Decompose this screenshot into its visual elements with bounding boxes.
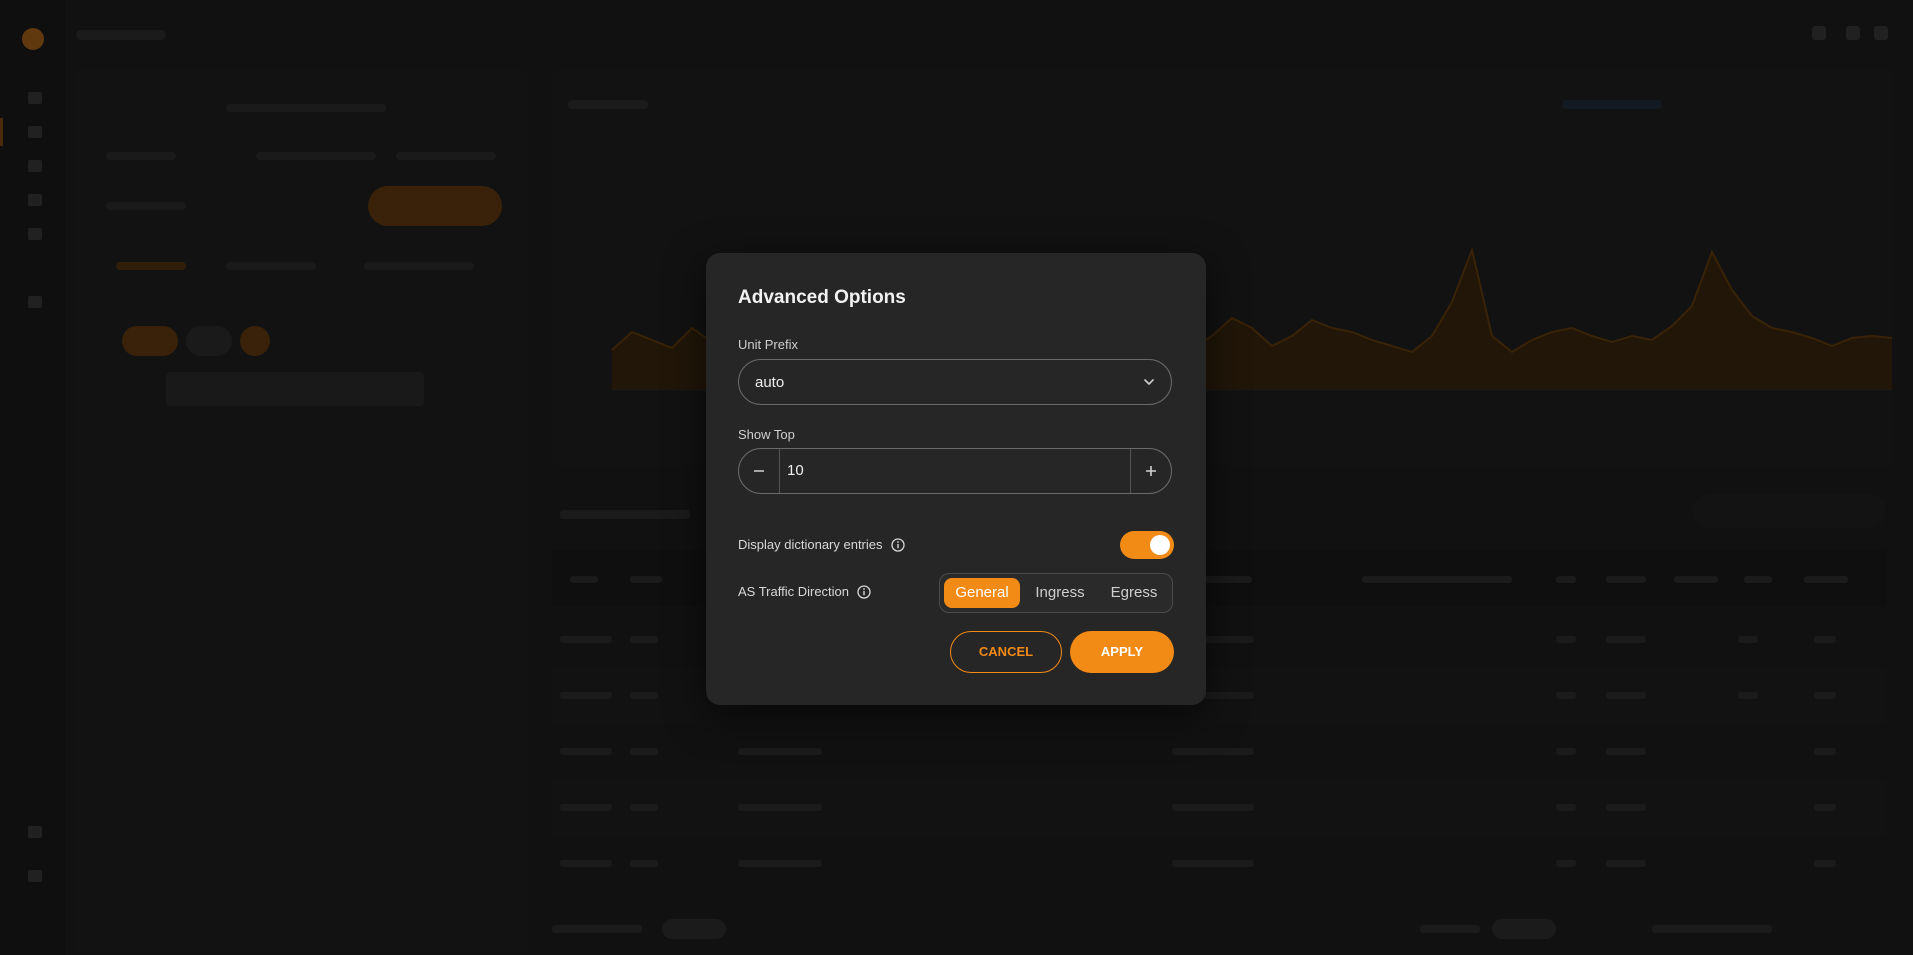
display-dictionary-toggle[interactable] (1120, 531, 1174, 559)
as-traffic-direction-segmented-control: General Ingress Egress (939, 573, 1173, 613)
minus-icon (754, 470, 764, 472)
dialog-title: Advanced Options (738, 287, 906, 308)
segment-general[interactable]: General (944, 578, 1020, 608)
unit-prefix-label: Unit Prefix (738, 337, 798, 352)
apply-button[interactable]: APPLY (1070, 631, 1174, 673)
info-icon[interactable] (857, 584, 871, 599)
increment-button[interactable] (1130, 449, 1171, 493)
display-dictionary-label: Display dictionary entries (738, 537, 883, 552)
unit-prefix-select[interactable]: auto (738, 359, 1172, 405)
segment-egress[interactable]: Egress (1100, 578, 1168, 608)
cancel-button[interactable]: CANCEL (950, 631, 1062, 673)
toggle-knob (1150, 535, 1170, 555)
info-icon[interactable] (890, 537, 905, 552)
display-dictionary-row: Display dictionary entries (738, 537, 905, 552)
unit-prefix-value: auto (755, 374, 785, 391)
plus-icon (1146, 466, 1156, 476)
show-top-input[interactable]: 10 (787, 462, 804, 479)
chevron-down-icon (1144, 379, 1154, 385)
as-traffic-direction-label: AS Traffic Direction (738, 584, 850, 599)
segment-ingress[interactable]: Ingress (1024, 578, 1096, 608)
show-top-stepper: 10 (738, 448, 1172, 494)
decrement-button[interactable] (739, 449, 780, 493)
show-top-label: Show Top (738, 427, 795, 442)
as-traffic-direction-row: AS Traffic Direction (738, 584, 871, 599)
advanced-options-dialog: Advanced Options Unit Prefix auto Show T… (706, 253, 1206, 705)
